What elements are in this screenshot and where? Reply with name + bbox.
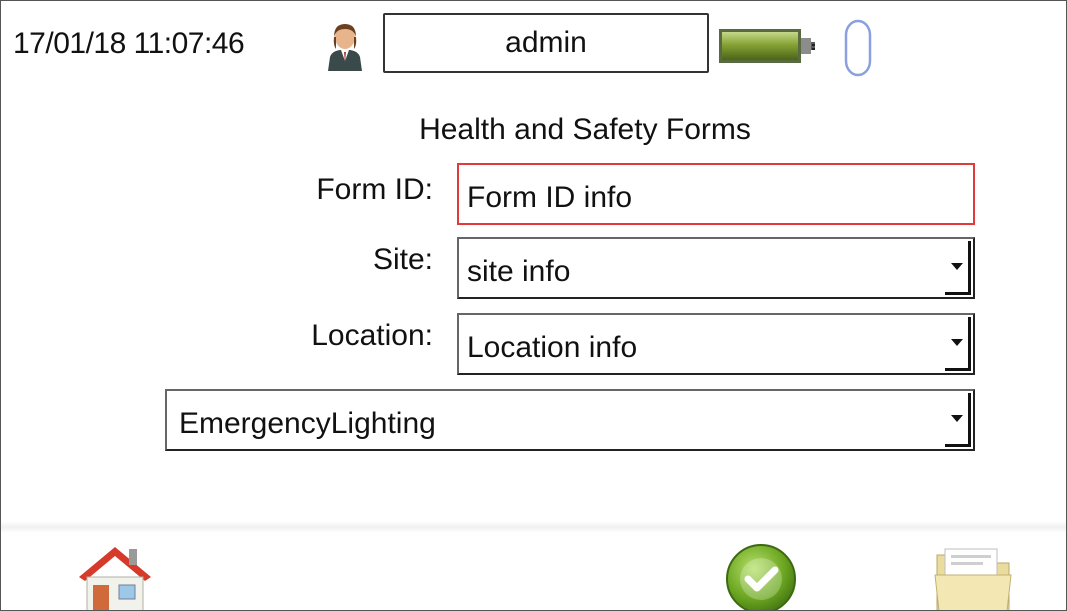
site-label: Site: (372, 243, 433, 276)
form-title: Health and Safety Forms (419, 113, 751, 146)
status-bar: 17/01/18 11:07:46 admin (1, 1, 1066, 89)
location-label: Location: (311, 319, 433, 352)
site-dropdown-button[interactable] (945, 241, 971, 295)
user-icon (328, 24, 362, 71)
form-type-dropdown-button[interactable] (945, 393, 971, 447)
location-value: Location info (467, 331, 638, 364)
location-dropdown-button[interactable] (945, 317, 971, 371)
form-id-value: Form ID info (467, 181, 633, 214)
location-select[interactable]: Location info (457, 313, 975, 375)
site-value: site info (467, 255, 571, 288)
home-icon[interactable] (73, 541, 157, 611)
folder-icon[interactable] (933, 541, 1013, 611)
app-window: 17/01/18 11:07:46 admin Health and Safet… (0, 0, 1067, 611)
user-name-field[interactable]: admin (383, 13, 709, 73)
battery-icon (719, 29, 815, 63)
site-select[interactable]: site info (457, 237, 975, 299)
confirm-icon[interactable] (723, 541, 799, 611)
chevron-down-icon (950, 263, 963, 270)
form-type-value: EmergencyLighting (179, 407, 436, 440)
chevron-down-icon (950, 339, 963, 346)
form-type-select[interactable]: EmergencyLighting (165, 389, 975, 451)
form-id-label: Form ID: (316, 173, 433, 206)
datetime: 17/01/18 11:07:46 (13, 27, 245, 60)
chevron-down-icon (950, 415, 963, 422)
form-id-input[interactable]: Form ID info (457, 163, 975, 225)
mouse-icon (844, 19, 872, 77)
toolbar-divider (1, 521, 1066, 533)
